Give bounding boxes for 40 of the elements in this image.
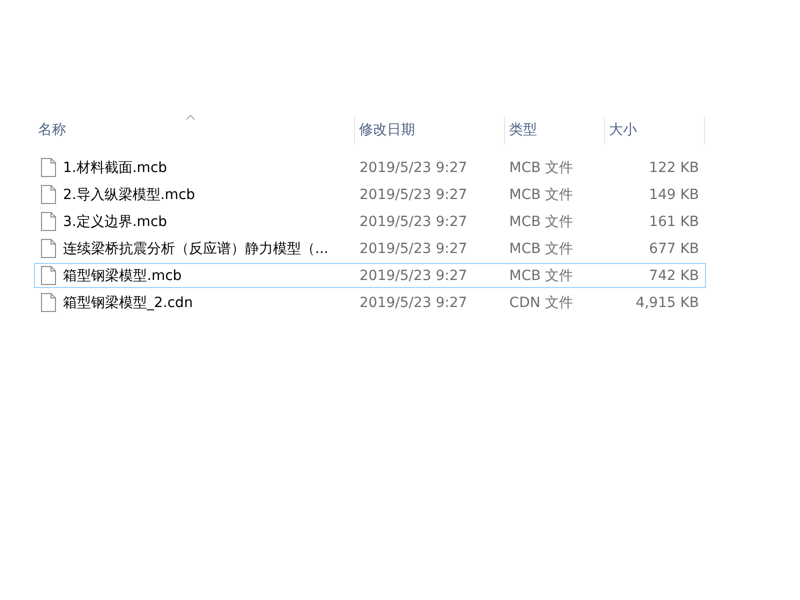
- file-date: 2019/5/23 9:27: [360, 160, 468, 176]
- file-date: 2019/5/23 9:27: [360, 186, 468, 202]
- column-header[interactable]: 名称: [38, 122, 66, 138]
- file-type: MCB 文件: [509, 240, 574, 256]
- file-date: 2019/5/23 9:27: [360, 240, 468, 256]
- column-header[interactable]: 修改日期: [359, 122, 415, 138]
- file-name: 2.导入纵梁模型.mcb: [63, 186, 196, 204]
- file-date: 2019/5/23 9:27: [360, 294, 468, 310]
- file-icon: [41, 185, 56, 204]
- file-icon: [41, 266, 56, 285]
- file-size: 677 KB: [649, 240, 700, 256]
- file-name: 箱型钢梁模型_2.cdn: [63, 294, 193, 312]
- file-row[interactable]: 3.定义边界.mcb 2019/5/23 9:27 MCB 文件 161 KB: [34, 209, 706, 234]
- file-name: 连续梁桥抗震分析（反应谱）静力模型（...: [63, 240, 328, 258]
- file-name: 3.定义边界.mcb: [63, 212, 168, 230]
- file-date: 2019/5/23 9:27: [360, 268, 468, 284]
- file-size: 161 KB: [649, 214, 700, 230]
- file-icon: [41, 158, 56, 177]
- file-size: 4,915 KB: [636, 294, 700, 310]
- file-row[interactable]: 箱型钢梁模型_2.cdn 2019/5/23 9:27 CDN 文件 4,915 KB: [34, 290, 706, 315]
- file-date: 2019/5/23 9:27: [360, 214, 468, 230]
- file-row[interactable]: 连续梁桥抗震分析（反应谱）静力模型（... 2019/5/23 9:27 MCB 文件 677 KB: [34, 236, 706, 261]
- file-name: 箱型钢梁模型.mcb: [63, 266, 182, 284]
- file-row[interactable]: 1.材料截面.mcb 2019/5/23 9:27 MCB 文件 122 KB: [34, 155, 706, 180]
- file-icon: [41, 239, 56, 258]
- file-icon: [41, 293, 56, 312]
- file-row[interactable]: 2.导入纵梁模型.mcb 2019/5/23 9:27 MCB 文件 149 KB: [34, 182, 706, 207]
- file-type: CDN 文件: [509, 294, 573, 310]
- column-header[interactable]: 类型: [509, 122, 537, 138]
- file-row[interactable]: 箱型钢梁模型.mcb 2019/5/23 9:27 MCB 文件 742 KB: [34, 263, 706, 288]
- column-header[interactable]: 大小: [609, 122, 637, 138]
- file-name: 1.材料截面.mcb: [63, 158, 168, 176]
- file-type: MCB 文件: [509, 214, 574, 230]
- file-size: 742 KB: [649, 268, 700, 284]
- file-type: MCB 文件: [509, 160, 574, 176]
- file-size: 122 KB: [649, 160, 700, 176]
- file-size: 149 KB: [649, 186, 700, 202]
- file-icon: [41, 212, 56, 231]
- file-type: MCB 文件: [509, 268, 574, 284]
- file-type: MCB 文件: [509, 186, 574, 202]
